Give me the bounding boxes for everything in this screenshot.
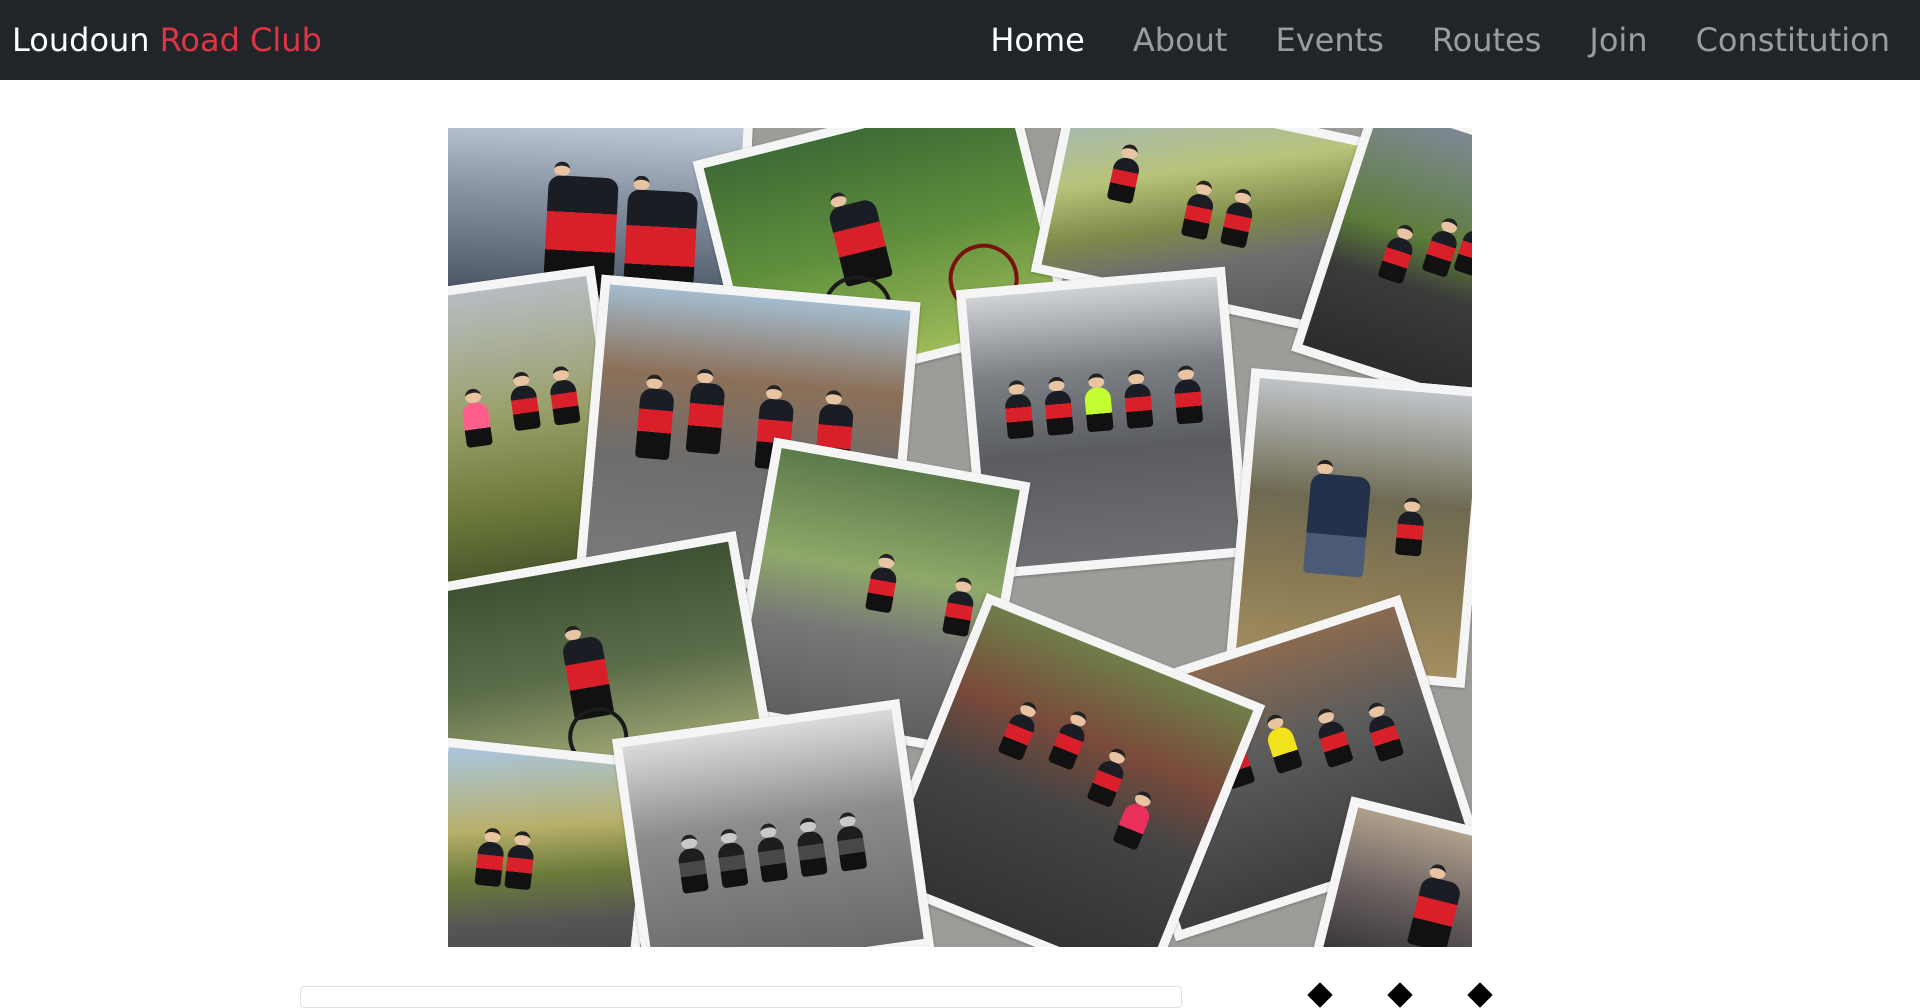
social-icon[interactable] [1387, 982, 1413, 1008]
hero-photo-collage [448, 128, 1472, 947]
nav-item-join[interactable]: Join [1589, 21, 1647, 59]
brand-name: Loudoun [12, 21, 150, 59]
social-icon[interactable] [1467, 982, 1493, 1008]
nav-item-events[interactable]: Events [1275, 21, 1383, 59]
nav-item-about[interactable]: About [1133, 21, 1228, 59]
brand-name-accent: Road Club [159, 21, 322, 59]
nav-item-home[interactable]: Home [990, 21, 1085, 59]
brand-logo[interactable]: Loudoun Road Club [12, 0, 322, 80]
nav-item-routes[interactable]: Routes [1432, 21, 1542, 59]
social-icon[interactable] [1307, 982, 1333, 1008]
navbar: Loudoun Road Club Home About Events Rout… [0, 0, 1920, 80]
nav-links: Home About Events Routes Join Constituti… [942, 0, 1920, 80]
collage-photo [612, 699, 934, 947]
content-card [300, 986, 1182, 1008]
nav-item-constitution[interactable]: Constitution [1696, 21, 1890, 59]
